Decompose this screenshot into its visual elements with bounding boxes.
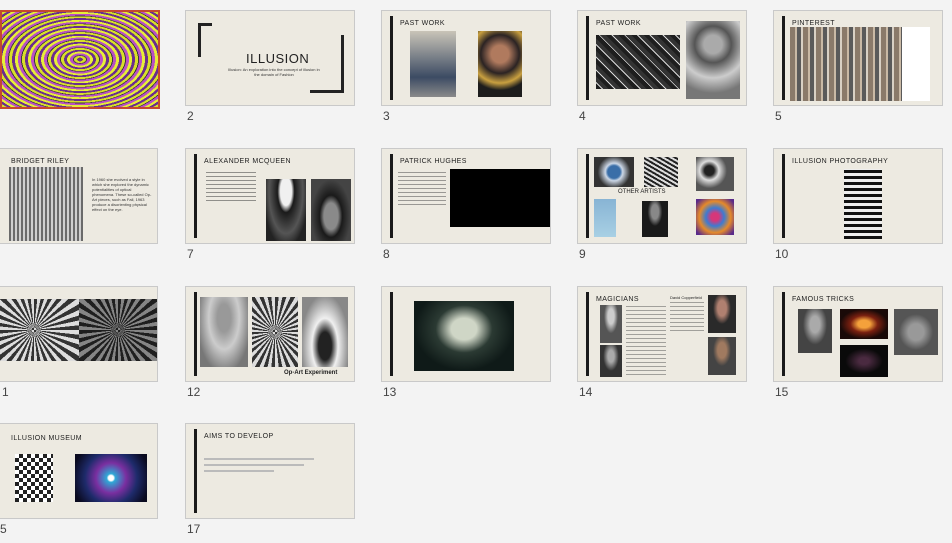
slide-preview bbox=[0, 286, 158, 382]
slide-preview bbox=[0, 10, 160, 109]
slide-preview: ALEXANDER MCQUEEN bbox=[185, 148, 355, 244]
slide-preview: PAST WORK bbox=[381, 10, 551, 106]
slide-number: 14 bbox=[579, 385, 593, 399]
slide-preview: ILLUSION PHOTOGRAPHY bbox=[773, 148, 943, 244]
slide-number: 17 bbox=[187, 522, 201, 536]
slide-number: 15 bbox=[775, 385, 789, 399]
slide-number: 7 bbox=[187, 247, 194, 261]
slide-subtitle: Illusion: An exploration into the concep… bbox=[228, 67, 320, 77]
slide-thumbnail-1[interactable] bbox=[0, 10, 170, 130]
slide-thumbnail-3[interactable]: PAST WORK 3 bbox=[381, 10, 551, 130]
slide-thumbnail-11[interactable]: 1 bbox=[0, 286, 158, 406]
slide-preview: AIMS TO DEVELOP bbox=[185, 423, 355, 519]
slide-number: 4 bbox=[579, 109, 586, 123]
slide-subtitle: David Copperfield bbox=[670, 295, 702, 300]
slide-number: 1 bbox=[2, 385, 9, 399]
slide-preview: PINTEREST bbox=[773, 10, 943, 106]
slide-preview: ILLUSION MUSEUM bbox=[0, 423, 158, 519]
slide-thumbnail-10[interactable]: ILLUSION PHOTOGRAPHY 10 bbox=[773, 148, 943, 268]
slide-thumbnail-8[interactable]: PATRICK HUGHES 8 bbox=[381, 148, 551, 268]
slide-thumbnail-2[interactable]: ILLUSION Illusion: An exploration into t… bbox=[185, 10, 355, 130]
slide-number: 5 bbox=[0, 522, 7, 536]
slide-number: 8 bbox=[383, 247, 390, 261]
slide-title: ILLUSION MUSEUM bbox=[11, 435, 82, 442]
slide-thumbnail-14[interactable]: MAGICIANS David Copperfield 14 bbox=[577, 286, 747, 406]
slide-preview: BRIDGET RILEY In 1960 she evolved a styl… bbox=[0, 148, 158, 244]
slide-thumbnail-15[interactable]: FAMOUS TRICKS 15 bbox=[773, 286, 943, 406]
slide-thumbnail-16[interactable]: ILLUSION MUSEUM 5 bbox=[0, 423, 158, 543]
slide-title: BRIDGET RILEY bbox=[11, 158, 70, 165]
slide-thumbnail-6[interactable]: BRIDGET RILEY In 1960 she evolved a styl… bbox=[0, 148, 158, 268]
slide-preview: MAGICIANS David Copperfield bbox=[577, 286, 747, 382]
slide-title: PATRICK HUGHES bbox=[400, 158, 467, 165]
slide-title: MAGICIANS bbox=[596, 296, 639, 303]
slide-number: 5 bbox=[775, 109, 782, 123]
slide-thumbnail-5[interactable]: PINTEREST 5 bbox=[773, 10, 943, 130]
slide-number: 3 bbox=[383, 109, 390, 123]
slide-title: FAMOUS TRICKS bbox=[792, 296, 855, 303]
slide-title: ALEXANDER MCQUEEN bbox=[204, 158, 291, 165]
slide-caption: Op-Art Experiment bbox=[284, 370, 338, 376]
slide-preview: PAST WORK bbox=[577, 10, 747, 106]
slide-preview: Op-Art Experiment bbox=[185, 286, 355, 382]
slide-number: 13 bbox=[383, 385, 397, 399]
slide-body: In 1960 she evolved a style in which she… bbox=[92, 177, 152, 212]
slide-title: AIMS TO DEVELOP bbox=[204, 433, 274, 440]
slide-preview: ILLUSION Illusion: An exploration into t… bbox=[185, 10, 355, 106]
slide-title: PINTEREST bbox=[792, 20, 835, 27]
slide-thumbnail-13[interactable]: 13 bbox=[381, 286, 551, 406]
slide-preview: FAMOUS TRICKS bbox=[773, 286, 943, 382]
slide-preview: PATRICK HUGHES bbox=[381, 148, 551, 244]
slide-title: ILLUSION PHOTOGRAPHY bbox=[792, 158, 889, 165]
slide-thumbnail-17[interactable]: AIMS TO DEVELOP 17 bbox=[185, 423, 355, 543]
slide-title: OTHER ARTISTS bbox=[618, 189, 666, 195]
slide-number: 12 bbox=[187, 385, 201, 399]
slide-sorter-grid: ILLUSION Illusion: An exploration into t… bbox=[0, 0, 952, 536]
slide-thumbnail-4[interactable]: PAST WORK 4 bbox=[577, 10, 747, 130]
slide-thumbnail-9[interactable]: OTHER ARTISTS 9 bbox=[577, 148, 747, 268]
slide-preview bbox=[381, 286, 551, 382]
slide-number: 2 bbox=[187, 109, 194, 123]
slide-preview: OTHER ARTISTS bbox=[577, 148, 747, 244]
slide-number: 10 bbox=[775, 247, 789, 261]
slide-title: ILLUSION bbox=[246, 51, 310, 66]
slide-thumbnail-7[interactable]: ALEXANDER MCQUEEN 7 bbox=[185, 148, 355, 268]
slide-title: PAST WORK bbox=[400, 20, 445, 27]
slide-thumbnail-12[interactable]: Op-Art Experiment 12 bbox=[185, 286, 355, 406]
slide-number: 9 bbox=[579, 247, 586, 261]
slide-title: PAST WORK bbox=[596, 20, 641, 27]
